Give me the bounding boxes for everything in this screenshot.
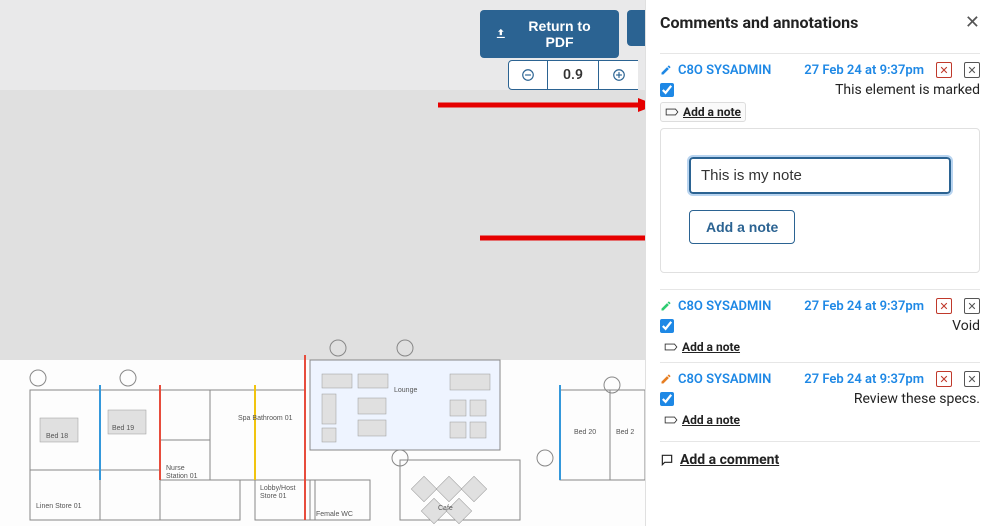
annotation-body: Review these specs. bbox=[660, 391, 980, 407]
annotation-body: Void bbox=[660, 318, 980, 334]
pencil-icon bbox=[660, 300, 672, 312]
room-label: Bed 2 bbox=[616, 429, 634, 436]
panel-title: Comments and annotations bbox=[660, 13, 858, 32]
add-comment-label: Add a comment bbox=[680, 452, 779, 468]
annotation-text: Void bbox=[952, 318, 980, 334]
room-label: Store 01 bbox=[260, 493, 287, 500]
archive-annotation-button[interactable]: ✕ bbox=[964, 371, 980, 387]
secondary-toolbar-button[interactable] bbox=[627, 10, 645, 46]
zoom-out-button[interactable] bbox=[508, 60, 548, 90]
add-comment-link[interactable]: Add a comment bbox=[660, 441, 980, 468]
room-label: Lobby/Host bbox=[260, 485, 295, 492]
annotation-date: 27 Feb 24 at 9:37pm bbox=[804, 372, 924, 387]
annotation-item: C8O SYSADMIN 27 Feb 24 at 9:37pm ✕ ✕ Rev… bbox=[660, 362, 980, 435]
note-input[interactable] bbox=[689, 157, 951, 194]
note-editor-card: Add a note bbox=[660, 128, 980, 273]
chat-icon bbox=[660, 453, 674, 467]
room-label: Linen Store 01 bbox=[36, 503, 82, 510]
floorplan-drawing[interactable]: Bed 18 Bed 19 Linen Store 01 Nurse Stati… bbox=[0, 330, 645, 526]
add-note-label: Add a note bbox=[683, 105, 741, 119]
minus-icon bbox=[521, 68, 535, 82]
x-icon: ✕ bbox=[939, 64, 948, 77]
annotation-checkbox[interactable] bbox=[660, 83, 674, 97]
pdf-viewer-canvas[interactable]: Return to PDF 0.9 bbox=[0, 0, 645, 526]
annotation-checkbox[interactable] bbox=[660, 392, 674, 406]
zoom-value: 0.9 bbox=[548, 60, 598, 90]
panel-header: Comments and annotations ✕ bbox=[660, 12, 980, 33]
pencil-icon bbox=[660, 64, 672, 76]
add-note-link[interactable]: Add a note bbox=[660, 338, 744, 356]
annotation-date: 27 Feb 24 at 9:37pm bbox=[804, 299, 924, 314]
delete-annotation-button[interactable]: ✕ bbox=[936, 62, 952, 78]
upload-icon bbox=[494, 27, 508, 41]
return-label: Return to PDF bbox=[514, 18, 606, 50]
annotation-body: This element is marked bbox=[660, 82, 980, 98]
add-note-label: Add a note bbox=[682, 413, 740, 427]
pencil-icon bbox=[660, 373, 672, 385]
room-label: Lounge bbox=[394, 387, 417, 394]
x-icon: ✕ bbox=[967, 300, 976, 313]
label-icon bbox=[664, 416, 678, 424]
add-note-label: Add a note bbox=[682, 340, 740, 354]
label-icon bbox=[665, 108, 679, 116]
x-icon: ✕ bbox=[967, 64, 976, 77]
annotation-header: C8O SYSADMIN 27 Feb 24 at 9:37pm ✕ ✕ bbox=[660, 371, 980, 387]
room-label: Female WC bbox=[316, 511, 353, 518]
annotation-item: C8O SYSADMIN 27 Feb 24 at 9:37pm ✕ ✕ Thi… bbox=[660, 53, 980, 289]
add-note-submit-button[interactable]: Add a note bbox=[689, 210, 795, 244]
add-note-link[interactable]: Add a note bbox=[660, 411, 744, 429]
room-label: Bed 20 bbox=[574, 429, 596, 436]
annotation-date: 27 Feb 24 at 9:37pm bbox=[804, 63, 924, 78]
annotation-author: C8O SYSADMIN bbox=[678, 63, 771, 78]
archive-annotation-button[interactable]: ✕ bbox=[964, 298, 980, 314]
add-note-link[interactable]: Add a note bbox=[660, 102, 746, 122]
room-label: Bed 19 bbox=[112, 425, 134, 432]
close-panel-button[interactable]: ✕ bbox=[965, 12, 980, 33]
room-label: Bed 18 bbox=[46, 433, 68, 440]
delete-annotation-button[interactable]: ✕ bbox=[936, 371, 952, 387]
return-to-pdf-button[interactable]: Return to PDF bbox=[480, 10, 619, 58]
annotation-author: C8O SYSADMIN bbox=[678, 299, 771, 314]
x-icon: ✕ bbox=[939, 300, 948, 313]
annotation-header: C8O SYSADMIN 27 Feb 24 at 9:37pm ✕ ✕ bbox=[660, 62, 980, 78]
annotation-text: Review these specs. bbox=[854, 391, 980, 407]
room-label: Spa Bathroom 01 bbox=[238, 415, 293, 422]
annotation-checkbox[interactable] bbox=[660, 319, 674, 333]
viewer-toolbar: Return to PDF bbox=[480, 10, 645, 58]
x-icon: ✕ bbox=[967, 373, 976, 386]
archive-annotation-button[interactable]: ✕ bbox=[964, 62, 980, 78]
annotation-header: C8O SYSADMIN 27 Feb 24 at 9:37pm ✕ ✕ bbox=[660, 298, 980, 314]
room-label: Nurse bbox=[166, 465, 185, 472]
room-label: Station 01 bbox=[166, 473, 198, 480]
close-icon: ✕ bbox=[965, 12, 980, 32]
zoom-controls: 0.9 bbox=[508, 60, 638, 90]
delete-annotation-button[interactable]: ✕ bbox=[936, 298, 952, 314]
x-icon: ✕ bbox=[939, 373, 948, 386]
zoom-in-button[interactable] bbox=[598, 60, 638, 90]
annotation-author: C8O SYSADMIN bbox=[678, 372, 771, 387]
annotation-text: This element is marked bbox=[835, 82, 980, 98]
comments-panel: Comments and annotations ✕ C8O SYSADMIN … bbox=[645, 0, 994, 526]
annotation-item: C8O SYSADMIN 27 Feb 24 at 9:37pm ✕ ✕ Voi… bbox=[660, 289, 980, 362]
plus-icon bbox=[612, 68, 626, 82]
label-icon bbox=[664, 343, 678, 351]
room-label: Cafe bbox=[438, 505, 453, 512]
